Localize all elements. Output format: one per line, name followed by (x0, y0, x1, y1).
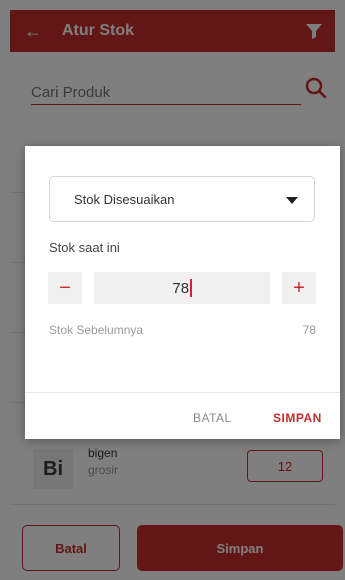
current-stock-label: Stok saat ini (49, 240, 120, 255)
dialog-divider (25, 392, 340, 393)
increment-button[interactable]: + (282, 272, 316, 304)
stock-type-select[interactable]: Stok Disesuaikan (49, 176, 315, 222)
decrement-button[interactable]: − (48, 272, 82, 304)
chevron-down-icon (286, 197, 298, 204)
current-stock-value: 78 (172, 279, 190, 297)
previous-stock-value: 78 (302, 323, 316, 337)
dialog-save-button[interactable]: SIMPAN (273, 411, 322, 425)
stock-type-selected: Stok Disesuaikan (74, 191, 175, 207)
current-stock-input[interactable]: 78 (94, 272, 270, 304)
text-cursor (190, 279, 192, 297)
dialog-cancel-button[interactable]: BATAL (193, 411, 232, 425)
stock-adjust-dialog: Stok Disesuaikan Stok saat ini − 78 + St… (25, 146, 340, 439)
previous-stock-label: Stok Sebelumnya (49, 323, 144, 337)
